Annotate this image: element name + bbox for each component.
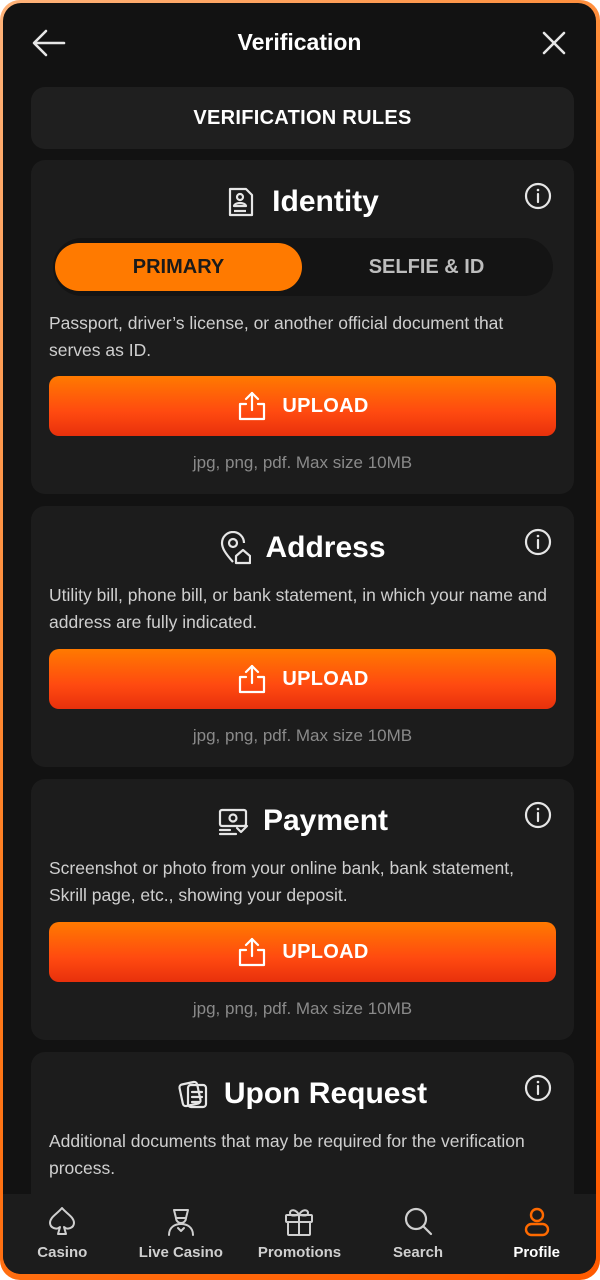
upload-button[interactable]: UPLOAD bbox=[49, 376, 556, 436]
page-title: Verification bbox=[237, 29, 362, 55]
nav-promotions[interactable]: Promotions bbox=[240, 1194, 359, 1274]
upload-label: UPLOAD bbox=[282, 940, 369, 963]
card-title: Identity bbox=[272, 185, 379, 218]
screen: Verification VERIFICATION RULES Identity… bbox=[3, 3, 596, 1274]
user-icon bbox=[524, 1207, 549, 1237]
card-header: Upon Request bbox=[31, 1074, 574, 1114]
nav-casino[interactable]: Casino bbox=[3, 1194, 122, 1274]
documents-icon bbox=[178, 1080, 207, 1109]
nav-label: Casino bbox=[37, 1244, 88, 1261]
file-formats-note: jpg, png, pdf. Max size 10MB bbox=[192, 726, 413, 745]
nav-profile[interactable]: Profile bbox=[477, 1194, 596, 1274]
upload-icon bbox=[239, 391, 266, 421]
card-title: Address bbox=[265, 531, 386, 564]
upload-icon bbox=[239, 664, 266, 694]
nav-label: Profile bbox=[513, 1244, 561, 1261]
upload-label: UPLOAD bbox=[282, 394, 369, 417]
file-formats-note: jpg, png, pdf. Max size 10MB bbox=[192, 453, 413, 472]
info-icon[interactable] bbox=[524, 182, 552, 210]
header: Verification bbox=[3, 3, 596, 83]
card-description: Additional documents that may be require… bbox=[49, 1131, 525, 1178]
card-title: Payment bbox=[262, 804, 389, 837]
card-header: Address bbox=[31, 528, 574, 568]
nav-search[interactable]: Search bbox=[359, 1194, 478, 1274]
card-description: Passport, driver’s license, or another o… bbox=[49, 313, 504, 360]
device-frame: Verification VERIFICATION RULES Identity… bbox=[0, 0, 600, 1280]
card-header: Payment bbox=[31, 801, 574, 841]
identity-card: Identity PRIMARY SELFIE & ID Passport, d… bbox=[31, 160, 574, 494]
bottom-nav: Casino Live Casino Promotions Search Pro… bbox=[3, 1194, 596, 1274]
address-card: Address Utility bill, phone bill, or ban… bbox=[31, 506, 574, 767]
dealer-icon bbox=[167, 1209, 194, 1236]
info-icon[interactable] bbox=[524, 528, 552, 556]
nav-label: Search bbox=[393, 1244, 444, 1261]
gift-icon bbox=[285, 1209, 314, 1236]
search-icon bbox=[404, 1207, 433, 1236]
identity-tabs: PRIMARY SELFIE & ID bbox=[53, 238, 553, 296]
upload-button[interactable]: UPLOAD bbox=[49, 649, 556, 709]
file-formats-note: jpg, png, pdf. Max size 10MB bbox=[192, 999, 413, 1018]
payment-icon bbox=[218, 808, 249, 836]
payment-card: Payment Screenshot or photo from your on… bbox=[31, 779, 574, 1040]
card-title: Upon Request bbox=[223, 1077, 428, 1110]
nav-label: Promotions bbox=[257, 1244, 342, 1261]
info-icon[interactable] bbox=[524, 801, 552, 829]
upload-icon bbox=[239, 937, 266, 967]
card-header: Identity bbox=[31, 182, 574, 222]
spade-icon bbox=[49, 1207, 76, 1235]
upload-label: UPLOAD bbox=[282, 667, 369, 690]
tab-selfie-id[interactable]: SELFIE & ID bbox=[303, 243, 550, 291]
id-document-icon bbox=[229, 187, 254, 217]
upload-button[interactable]: UPLOAD bbox=[49, 922, 556, 982]
tab-primary[interactable]: PRIMARY bbox=[55, 243, 302, 291]
close-icon[interactable] bbox=[540, 29, 568, 57]
card-description: Screenshot or photo from your online ban… bbox=[49, 858, 514, 905]
info-icon[interactable] bbox=[524, 1074, 552, 1102]
nav-label: Live Casino bbox=[138, 1244, 223, 1261]
verification-rules-button[interactable]: VERIFICATION RULES bbox=[31, 87, 574, 149]
card-description: Utility bill, phone bill, or bank statem… bbox=[49, 585, 548, 632]
location-home-icon bbox=[221, 531, 252, 565]
nav-live-casino[interactable]: Live Casino bbox=[122, 1194, 241, 1274]
